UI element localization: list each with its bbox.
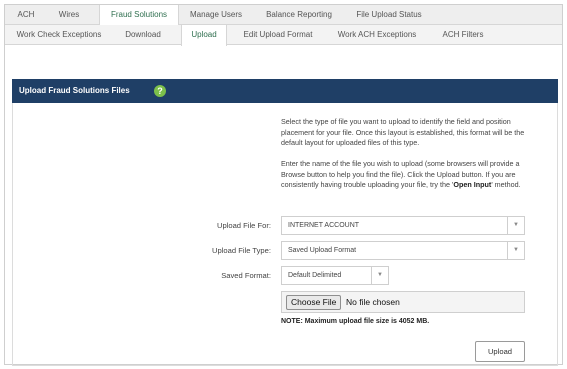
secondary-tab-bar: Work Check Exceptions Download Upload Ed… <box>5 25 562 46</box>
upload-page: ACH Wires Fraud Solutions Manage Users B… <box>4 4 563 366</box>
instructions-paragraph-1: Select the type of file you want to uplo… <box>281 117 525 148</box>
caret-down-icon: ▼ <box>507 217 524 234</box>
upload-for-label: Upload File For: <box>216 221 271 230</box>
upload-file-type-label: Upload File Type: <box>212 246 271 255</box>
tab-file-upload-status[interactable]: File Upload Status <box>347 5 431 25</box>
upload-for-select[interactable]: INTERNET ACCOUNT ▼ <box>281 216 525 235</box>
caret-down-icon: ▼ <box>371 267 388 284</box>
upload-file-type-value: Saved Upload Format <box>288 247 357 254</box>
tab-wires[interactable]: Wires <box>51 5 87 25</box>
instructions-paragraph-2: Enter the name of the file you wish to u… <box>281 159 531 191</box>
help-icon[interactable]: ? <box>154 85 166 97</box>
upload-form-panel: Select the type of file you want to uplo… <box>12 103 558 366</box>
tab-ach-filters[interactable]: ACH Filters <box>433 25 493 45</box>
instructions-text-end: ' method. <box>491 180 521 190</box>
tab-work-check-exceptions[interactable]: Work Check Exceptions <box>11 25 107 45</box>
section-title: Upload Fraud Solutions Files <box>19 86 130 95</box>
open-input-link-text: Open Input <box>453 180 492 190</box>
upload-for-value: INTERNET ACCOUNT <box>288 222 360 229</box>
section-header: Upload Fraud Solutions Files ? <box>12 79 558 103</box>
choose-file-button[interactable]: Choose File <box>286 295 342 310</box>
tab-work-ach-exceptions[interactable]: Work ACH Exceptions <box>331 25 423 45</box>
tab-download[interactable]: Download <box>119 25 167 45</box>
caret-down-icon: ▼ <box>507 242 524 259</box>
saved-format-value: Default Delimited <box>288 272 342 279</box>
tab-ach[interactable]: ACH <box>9 5 43 25</box>
upload-button[interactable]: Upload <box>475 341 525 362</box>
file-status-text: No file chosen <box>346 297 400 307</box>
max-size-note: NOTE: Maximum upload file size is 4052 M… <box>281 318 541 325</box>
tab-fraud-solutions[interactable]: Fraud Solutions <box>99 5 179 26</box>
saved-format-select[interactable]: Default Delimited ▼ <box>281 266 389 285</box>
file-input: Choose File No file chosen <box>281 291 525 313</box>
tab-edit-upload-format[interactable]: Edit Upload Format <box>237 25 319 45</box>
tab-upload[interactable]: Upload <box>181 25 227 46</box>
max-size-note-text: NOTE: Maximum upload file size is 4052 M… <box>281 318 430 325</box>
upload-file-type-select[interactable]: Saved Upload Format ▼ <box>281 241 525 260</box>
tab-manage-users[interactable]: Manage Users <box>183 5 249 25</box>
primary-tab-bar: ACH Wires Fraud Solutions Manage Users B… <box>5 5 562 26</box>
saved-format-label: Saved Format: <box>221 271 271 280</box>
tab-balance-reporting[interactable]: Balance Reporting <box>261 5 337 25</box>
